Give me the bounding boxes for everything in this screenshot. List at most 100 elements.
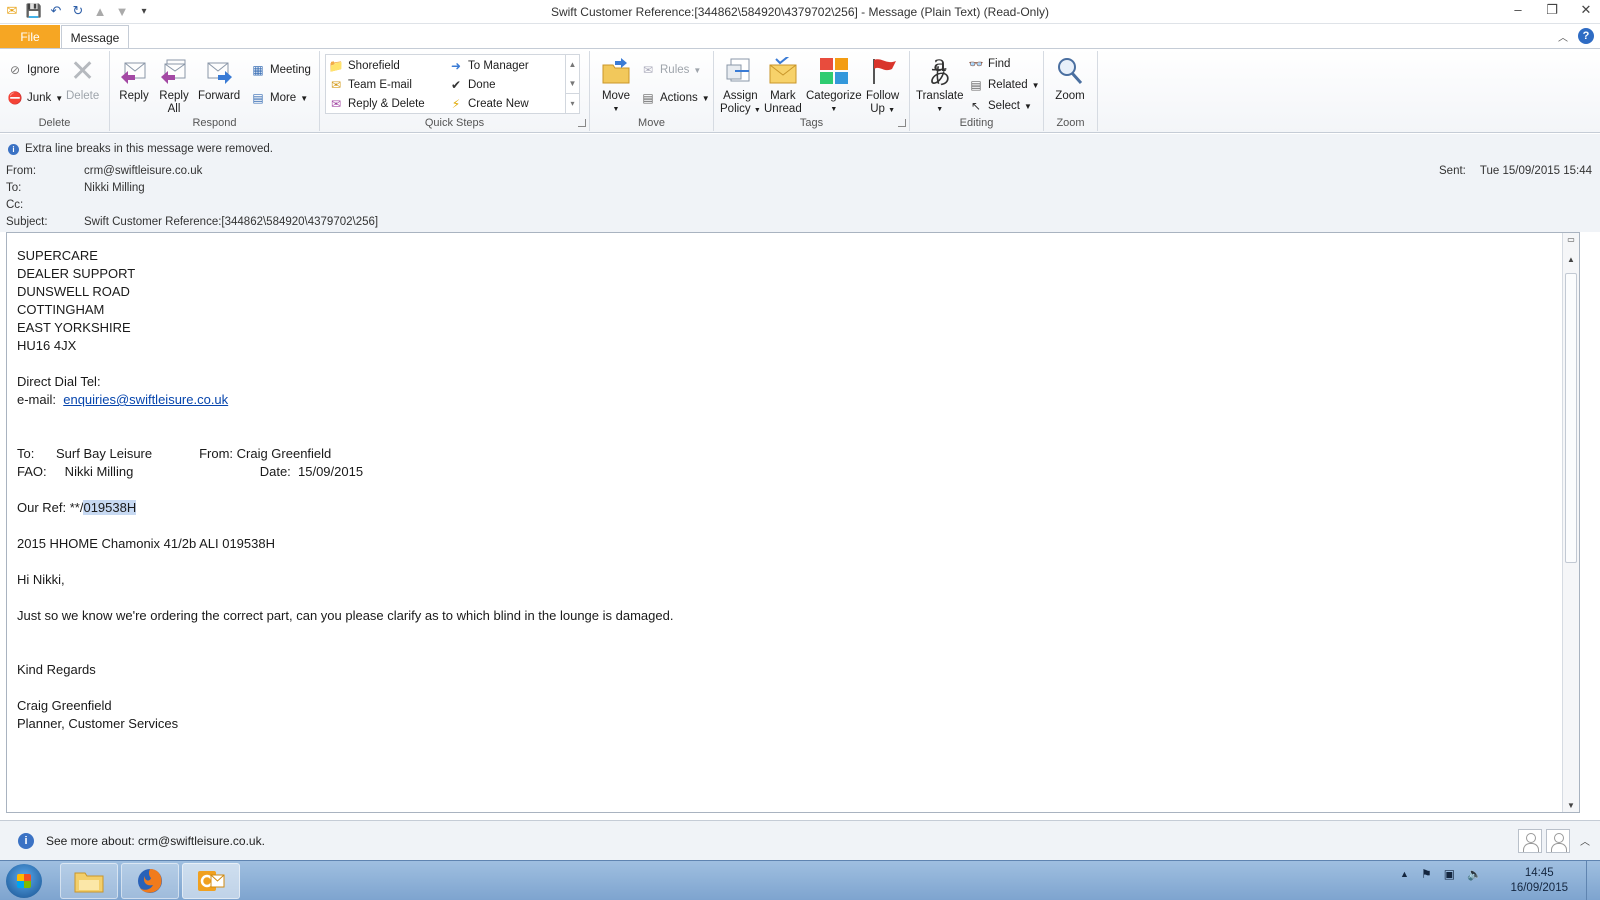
from-label: From:: [6, 165, 37, 177]
people-pane-info[interactable]: i See more about: crm@swiftleisure.co.uk…: [18, 833, 265, 849]
action-center-flag-icon[interactable]: ⚑: [1421, 867, 1432, 881]
firefox-icon: [138, 869, 162, 893]
vehicle-line: 2015 HHOME Chamonix 41/2b ALI 019538H: [17, 536, 275, 551]
people-avatars: [1518, 829, 1570, 853]
minimize-ribbon-icon[interactable]: ︿: [1558, 29, 1568, 44]
taskbar-clock[interactable]: 14:45 16/09/2015: [1510, 866, 1568, 896]
close-button[interactable]: ✕: [1578, 2, 1594, 18]
taskbar-explorer[interactable]: [60, 863, 118, 899]
more-respond-button[interactable]: ▤ More ▼: [250, 89, 308, 107]
quick-step-team-email[interactable]: ✉ Team E-mail: [328, 76, 412, 94]
scroll-down-icon[interactable]: ▼: [566, 74, 579, 93]
zoom-button[interactable]: Zoom: [1054, 55, 1086, 103]
delete-button[interactable]: ✕ Delete: [66, 55, 99, 103]
chevron-down-icon: ▼: [1031, 80, 1040, 90]
scroll-down-icon[interactable]: ▼: [1563, 801, 1579, 810]
reply-button[interactable]: Reply: [118, 55, 150, 103]
minimize-button[interactable]: –: [1510, 2, 1526, 18]
mark-unread-button[interactable]: Mark Unread: [764, 55, 802, 116]
lightning-icon: ⚡: [451, 97, 461, 111]
show-desktop-button[interactable]: [1586, 861, 1600, 900]
start-button[interactable]: [6, 864, 42, 898]
message-body[interactable]: SUPERCARE DEALER SUPPORT DUNSWELL ROAD C…: [6, 232, 1580, 813]
quick-step-reply-delete[interactable]: ✉ Reply & Delete: [328, 95, 425, 113]
tab-file[interactable]: File: [0, 25, 60, 48]
quick-step-create-new[interactable]: ⚡ Create New: [448, 95, 529, 113]
tags-group: Assign Policy ▼ Mark Unread Categorize ▼…: [714, 51, 910, 131]
collapse-people-pane-icon[interactable]: ︿: [1580, 833, 1590, 848]
avatar[interactable]: [1546, 829, 1570, 853]
chevron-down-icon: ▼: [612, 106, 620, 113]
vertical-scrollbar[interactable]: ▭ ▲ ▼: [1562, 233, 1579, 812]
to-value[interactable]: Nikki Milling: [84, 182, 145, 194]
related-button[interactable]: ▤ Related ▼: [968, 76, 1040, 94]
scroll-up-icon[interactable]: ▲: [1563, 255, 1579, 264]
email-link[interactable]: enquiries@swiftleisure.co.uk: [63, 392, 228, 407]
quick-steps-scroll[interactable]: ▲ ▼ ▾: [565, 55, 579, 113]
find-button[interactable]: 👓 Find: [968, 55, 1011, 73]
to-from-line: To: Surf Bay Leisure From: Craig Greenfi…: [17, 446, 332, 461]
chevron-down-icon: ▼: [55, 93, 64, 103]
translate-button[interactable]: aあ Translate ▼: [916, 54, 964, 116]
info-bar[interactable]: i Extra line breaks in this message were…: [8, 143, 273, 155]
meeting-button[interactable]: ▦ Meeting: [250, 61, 311, 79]
quick-steps-group-label: Quick Steps: [424, 117, 485, 129]
split-view-icon[interactable]: ▭: [1563, 235, 1579, 244]
rules-button[interactable]: ✉ Rules ▼: [640, 61, 701, 79]
sent-label: Sent:: [1439, 165, 1466, 177]
reply-icon: [118, 55, 150, 87]
forward-button[interactable]: Forward: [198, 55, 240, 103]
chevron-down-icon: ▼: [693, 65, 702, 75]
cursor-icon: ↖: [970, 99, 982, 113]
sent-value: Tue 15/09/2015 15:44: [1479, 165, 1592, 177]
magnifier-icon: [1054, 55, 1086, 87]
quick-step-to-manager[interactable]: ➜ To Manager: [448, 57, 529, 75]
show-hidden-icons-icon[interactable]: ▲: [1400, 869, 1409, 879]
message-header: i Extra line breaks in this message were…: [0, 134, 1600, 232]
assign-policy-button[interactable]: Assign Policy ▼: [720, 55, 761, 117]
address-line: DEALER SUPPORT: [17, 266, 136, 281]
forward-icon: [203, 55, 235, 87]
scrollbar-thumb[interactable]: [1565, 273, 1577, 563]
rules-icon: ✉: [642, 63, 654, 77]
network-icon[interactable]: ▣: [1444, 867, 1455, 881]
reply-all-button[interactable]: Reply All: [158, 55, 190, 116]
from-value[interactable]: crm@swiftleisure.co.uk: [84, 165, 202, 177]
info-icon: i: [8, 143, 19, 155]
signature-name: Craig Greenfield: [17, 698, 112, 713]
junk-button[interactable]: ⛔ Junk ▼: [7, 89, 64, 107]
restore-button[interactable]: ❐: [1544, 2, 1560, 18]
more-respond-icon: ▤: [252, 91, 264, 105]
scroll-up-icon[interactable]: ▲: [566, 55, 579, 74]
ref-prefix: Our Ref: **/: [17, 500, 84, 515]
sent-row: Sent: Tue 15/09/2015 15:44: [1439, 165, 1592, 177]
address-line: COTTINGHAM: [17, 302, 105, 317]
address-line: HU16 4JX: [17, 338, 77, 353]
message-line: Just so we know we're ordering the corre…: [17, 608, 674, 623]
expand-gallery-icon[interactable]: ▾: [566, 93, 579, 112]
categorize-button[interactable]: Categorize ▼: [806, 55, 862, 116]
avatar[interactable]: [1518, 829, 1542, 853]
taskbar-outlook[interactable]: [182, 863, 240, 899]
tab-message[interactable]: Message: [61, 25, 129, 48]
quick-step-shorefield[interactable]: 📁 Shorefield: [328, 57, 400, 75]
select-button[interactable]: ↖ Select ▼: [968, 97, 1032, 115]
follow-up-button[interactable]: Follow Up ▼: [866, 55, 899, 117]
selected-ref-text[interactable]: 019538H: [83, 500, 137, 515]
taskbar-firefox[interactable]: [121, 863, 179, 899]
chevron-down-icon: ▼: [701, 93, 710, 103]
move-button[interactable]: Move ▼: [600, 55, 632, 116]
ribbon-tabs: File Message ︿ ?: [0, 24, 1600, 48]
envelope-unread-icon: [767, 55, 799, 87]
related-icon: ▤: [970, 78, 982, 92]
actions-button[interactable]: ▤ Actions ▼: [640, 89, 710, 107]
ribbon-right-controls: ︿ ?: [1558, 28, 1594, 44]
editing-group: aあ Translate ▼ 👓 Find ▤ Related ▼ ↖ Sele…: [910, 51, 1044, 131]
folder-move-icon: [600, 55, 632, 87]
cc-label: Cc:: [6, 199, 24, 211]
quick-step-done[interactable]: ✔ Done: [448, 76, 496, 94]
quick-steps-group: 📁 Shorefield ✉ Team E-mail ✉ Reply & Del…: [320, 51, 590, 131]
volume-icon[interactable]: 🔈: [1467, 867, 1482, 881]
help-icon[interactable]: ?: [1578, 28, 1594, 44]
ignore-button[interactable]: ⊘ Ignore: [7, 61, 60, 79]
